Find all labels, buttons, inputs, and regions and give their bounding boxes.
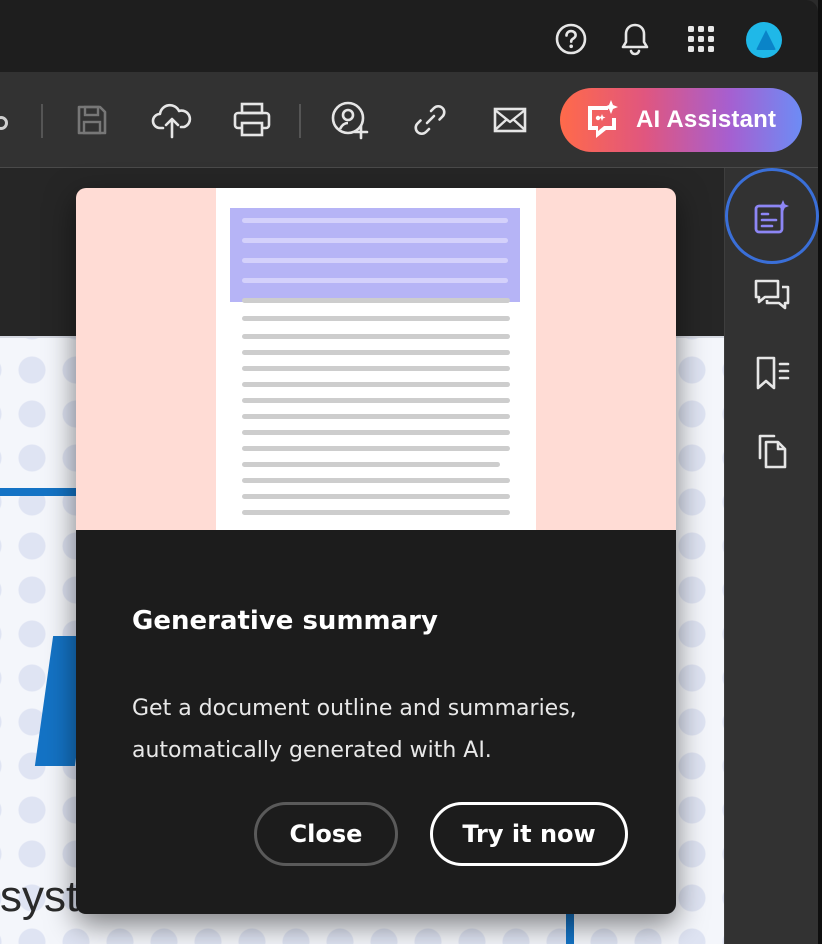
popover-body-line: automatically generated with AI. [132, 738, 492, 763]
save-icon[interactable] [70, 98, 114, 142]
link-icon[interactable] [408, 98, 452, 142]
generative-summary-popover: Generative summary Get a document outlin… [76, 188, 676, 914]
toolbar: AI Assistant [0, 72, 818, 168]
pages-icon[interactable] [751, 430, 793, 472]
ai-assistant-button[interactable]: AI Assistant [560, 88, 802, 152]
popover-body: Get a document outline and summaries, au… [132, 688, 632, 772]
try-it-now-button[interactable]: Try it now [430, 802, 628, 866]
help-icon[interactable] [552, 20, 590, 58]
generative-summary-icon[interactable] [751, 196, 793, 238]
toolbar-divider [299, 104, 301, 138]
bookmarks-icon[interactable] [751, 352, 793, 394]
right-rail [724, 168, 819, 944]
close-button[interactable]: Close [254, 802, 398, 866]
title-bar [0, 0, 818, 72]
highlighted-summary-block [230, 208, 520, 302]
comments-icon[interactable] [751, 274, 793, 316]
apps-grid-icon[interactable] [682, 20, 720, 58]
search-icon[interactable] [0, 116, 8, 130]
avatar[interactable] [746, 22, 782, 58]
window-edge [818, 0, 822, 944]
document-illustration [216, 188, 536, 530]
bell-icon[interactable] [616, 20, 654, 58]
toolbar-divider [41, 104, 43, 138]
share-user-icon[interactable] [328, 98, 372, 142]
ai-assistant-icon [582, 98, 622, 142]
popover-title: Generative summary [132, 606, 438, 636]
print-icon[interactable] [230, 98, 274, 142]
document-graphic-rule [0, 488, 80, 496]
summary-illustration [76, 188, 676, 530]
ai-assistant-label: AI Assistant [636, 106, 777, 133]
upload-cloud-icon[interactable] [150, 98, 194, 142]
popover-body-line: Get a document outline and summaries, [132, 696, 577, 721]
mail-icon[interactable] [488, 98, 532, 142]
